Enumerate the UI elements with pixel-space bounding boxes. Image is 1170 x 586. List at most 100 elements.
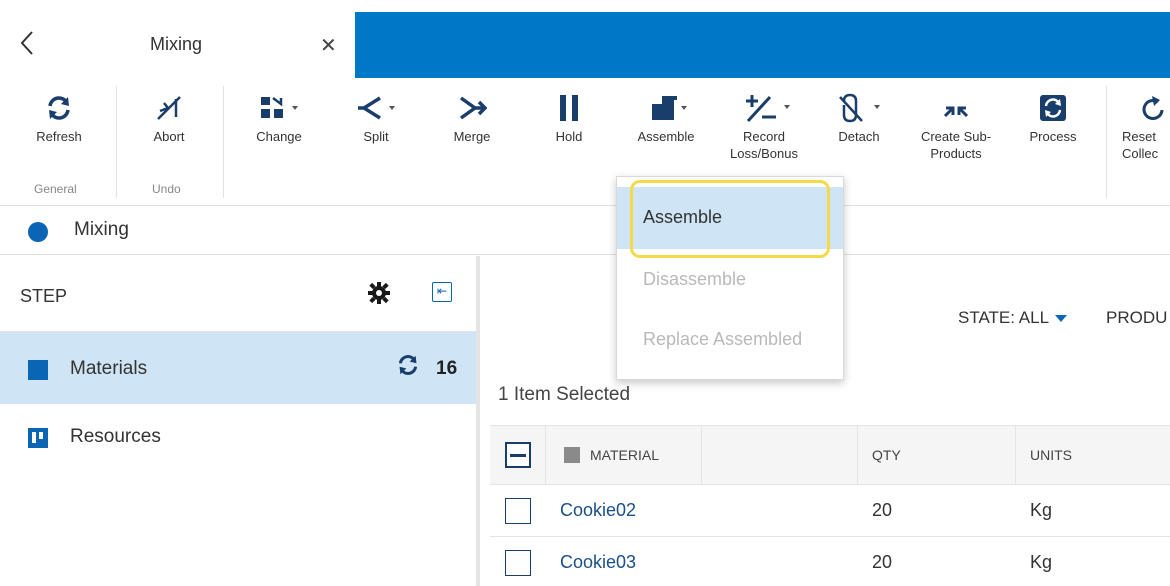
table-row[interactable]: Cookie02 20 Kg (490, 485, 1170, 537)
refresh-icon[interactable] (396, 354, 420, 382)
create-sub-products-button[interactable]: Create Sub- Products (910, 88, 1002, 162)
table-row[interactable]: Cookie03 20 Kg (490, 537, 1170, 586)
assemble-label: Assemble (637, 129, 695, 144)
reset-label-line1: Reset (1122, 129, 1156, 144)
process-button[interactable]: Process (1022, 88, 1084, 145)
materials-square-icon (28, 360, 48, 380)
tab-bar-fill (355, 12, 1170, 78)
product-filter[interactable]: PRODU (1106, 308, 1167, 328)
step-panel: STEP ⇤ Materials 16 Resources (0, 256, 480, 586)
assemble-dropdown-menu: Assemble Disassemble Replace Assembled (616, 176, 844, 380)
change-icon (248, 88, 310, 128)
detach-icon (830, 88, 888, 128)
refresh-button[interactable]: Refresh (28, 88, 90, 145)
change-label: Change (256, 129, 302, 144)
breadcrumb-label: Mixing (74, 219, 129, 240)
state-filter-label: STATE: ALL (958, 308, 1050, 327)
record-loss-bonus-button[interactable]: Record Loss/Bonus (720, 88, 808, 162)
step-item-materials[interactable]: Materials 16 (0, 332, 476, 404)
column-units-label: UNITS (1030, 447, 1072, 463)
merge-icon (444, 88, 500, 128)
units-value: Kg (1030, 500, 1053, 520)
merge-button[interactable]: Merge (444, 88, 500, 145)
abort-icon (140, 88, 198, 128)
step-item-resources[interactable]: Resources (0, 404, 476, 476)
reset-icon (1122, 88, 1170, 128)
ribbon-separator (116, 86, 117, 198)
detach-label: Detach (838, 129, 880, 144)
menu-item-assemble[interactable]: Assemble (617, 187, 843, 249)
collapse-arrows-icon (910, 88, 1002, 128)
process-label: Process (1029, 129, 1077, 144)
menu-item-label: Disassemble (643, 269, 747, 289)
column-blank (702, 426, 858, 484)
caret-down-icon (1055, 315, 1068, 323)
ribbon-separator (1106, 86, 1107, 198)
split-button[interactable]: Split (346, 88, 406, 145)
column-material-label: MATERIAL (590, 447, 659, 463)
abort-label: Abort (153, 129, 185, 144)
process-icon (1022, 88, 1084, 128)
selected-count: 1 Item Selected (498, 384, 631, 405)
step-panel-title: STEP (20, 286, 68, 306)
gear-icon[interactable] (368, 282, 390, 310)
hold-label: Hold (555, 129, 583, 144)
close-icon[interactable]: ✕ (320, 30, 337, 60)
step-item-label: Materials (70, 358, 148, 379)
create-sub-label-line2: Products (930, 146, 982, 161)
row-select-cell (490, 537, 546, 586)
ribbon-separator (223, 86, 224, 198)
change-button[interactable]: Change (248, 88, 310, 145)
tab-title: Mixing (150, 34, 203, 54)
create-sub-label-line1: Create Sub- (920, 129, 992, 144)
qty-value: 20 (872, 552, 893, 572)
row-checkbox[interactable] (505, 497, 531, 524)
material-link[interactable]: Cookie03 (560, 537, 636, 586)
hold-button[interactable]: Hold (546, 88, 592, 145)
column-units[interactable]: UNITS (1016, 426, 1170, 484)
plus-minus-icon (720, 88, 808, 128)
ribbon-toolbar: Refresh Abort Change Split Merge Hold As… (0, 78, 1170, 206)
reset-collection-button[interactable]: Reset Collec (1122, 88, 1170, 162)
back-chevron-icon[interactable] (20, 30, 42, 60)
record-label-line2: Loss/Bonus (730, 146, 798, 161)
menu-item-disassemble[interactable]: Disassemble (617, 249, 843, 311)
state-filter[interactable]: STATE: ALL (958, 308, 1068, 328)
column-qty-label: QTY (872, 447, 901, 463)
select-all-cell (490, 426, 546, 484)
tab-mixing[interactable]: Mixing ✕ (0, 12, 355, 78)
menu-item-label: Assemble (643, 207, 723, 227)
material-link[interactable]: Cookie02 (560, 485, 636, 536)
group-label-undo: Undo (152, 182, 181, 196)
detach-button[interactable]: Detach (830, 88, 888, 145)
column-material[interactable]: MATERIAL (546, 426, 702, 484)
refresh-icon (28, 88, 90, 128)
menu-item-replace-assembled[interactable]: Replace Assembled (617, 309, 843, 371)
resources-board-icon (28, 428, 48, 448)
collapse-panel-icon[interactable]: ⇤ (432, 282, 452, 302)
split-icon (346, 88, 406, 128)
qty-value: 20 (872, 500, 893, 520)
abort-button[interactable]: Abort (140, 88, 198, 145)
refresh-label: Refresh (36, 129, 82, 144)
grid-header: MATERIAL QTY UNITS (490, 425, 1170, 485)
select-all-checkbox[interactable] (504, 442, 531, 468)
menu-item-label: Replace Assembled (643, 329, 803, 349)
units-value: Kg (1030, 552, 1053, 572)
assemble-button[interactable]: Assemble (630, 88, 702, 145)
split-label: Split (363, 129, 389, 144)
merge-label: Merge (453, 129, 491, 144)
row-checkbox[interactable] (505, 549, 531, 576)
group-label-general: General (34, 182, 77, 196)
column-qty[interactable]: QTY (858, 426, 1016, 484)
materials-count: 16 (436, 358, 458, 379)
row-select-cell (490, 485, 546, 536)
assemble-icon (630, 88, 702, 128)
tab-bar: Mixing ✕ (0, 12, 1170, 78)
step-item-label: Resources (70, 426, 161, 447)
step-panel-header: STEP ⇤ (0, 256, 476, 332)
material-type-icon (564, 447, 580, 463)
breadcrumb: Mixing (0, 207, 1170, 255)
reset-label-line2: Collec (1122, 146, 1159, 161)
pause-icon (546, 88, 592, 128)
